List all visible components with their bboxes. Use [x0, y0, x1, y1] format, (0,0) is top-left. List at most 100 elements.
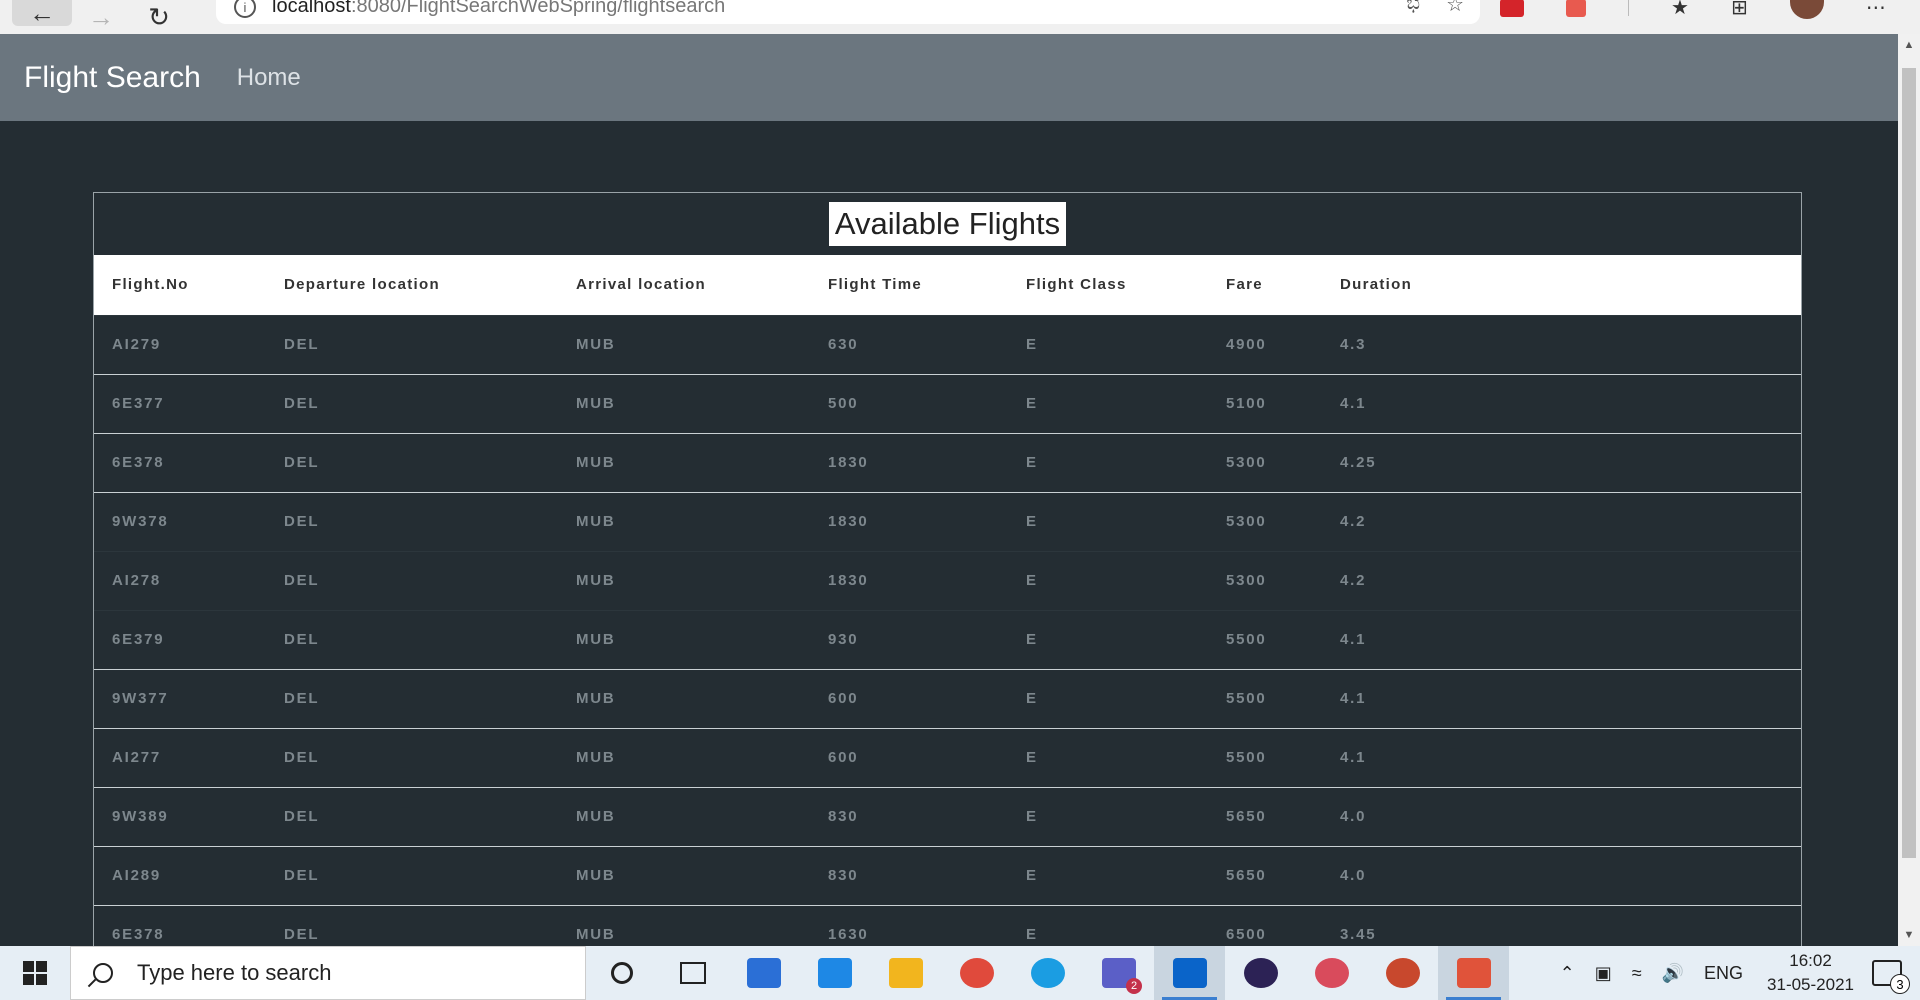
nav-link-home[interactable]: Home: [237, 64, 301, 92]
cortana-button[interactable]: [586, 946, 657, 1000]
cell-flight-no: 6E377: [112, 395, 165, 412]
back-arrow-icon[interactable]: ←: [12, 0, 72, 28]
scroll-down-icon[interactable]: ▼: [1898, 924, 1920, 946]
cell-flight-class: E: [1026, 395, 1038, 412]
cell-duration: 4.1: [1340, 690, 1367, 707]
url-host: localhost: [272, 0, 351, 17]
cell-fare: 5300: [1226, 454, 1267, 471]
task-view-button[interactable]: [657, 946, 728, 1000]
start-button[interactable]: [0, 946, 70, 1000]
page-scrollbar[interactable]: ▲ ▼: [1898, 34, 1920, 946]
edge-button[interactable]: [1012, 946, 1083, 1000]
table-header-row: Flight.No Departure location Arrival loc…: [94, 255, 1801, 315]
table-row: 6E378 DEL MUB 1630 E 6500 3.45: [94, 905, 1801, 946]
collections-icon[interactable]: ⊞: [1731, 0, 1748, 20]
cell-arrival: MUB: [576, 572, 616, 589]
cell-arrival: MUB: [576, 395, 616, 412]
mail-button[interactable]: [799, 946, 870, 1000]
snip-sketch-button[interactable]: [1438, 946, 1509, 1000]
chrome-button[interactable]: [941, 946, 1012, 1000]
cell-flight-no: 9W378: [112, 513, 169, 530]
header-fare: Fare: [1226, 276, 1263, 294]
read-aloud-icon[interactable]: ಭ: [1406, 0, 1420, 17]
table-row: AI289 DEL MUB 830 E 5650 4.0: [94, 846, 1801, 905]
cell-flight-time: 500: [828, 395, 859, 412]
task-view-icon: [679, 962, 706, 984]
cell-duration: 4.1: [1340, 749, 1367, 766]
more-menu-icon[interactable]: ⋯: [1866, 0, 1886, 20]
store-button[interactable]: [728, 946, 799, 1000]
snipping-icon: [1314, 958, 1349, 988]
notification-center-icon[interactable]: 3: [1872, 960, 1910, 994]
cell-departure: DEL: [284, 572, 320, 589]
cell-arrival: MUB: [576, 749, 616, 766]
cell-departure: DEL: [284, 808, 320, 825]
url-path: :8080/FlightSearchWebSpring/flightsearch: [350, 0, 726, 17]
cell-flight-class: E: [1026, 867, 1038, 884]
cell-duration: 4.1: [1340, 631, 1367, 648]
cell-fare: 5500: [1226, 749, 1267, 766]
language-indicator[interactable]: ENG: [1704, 963, 1743, 984]
table-row: 6E378 DEL MUB 1830 E 5300 4.25: [94, 433, 1801, 492]
address-bar[interactable]: i localhost :8080/FlightSearchWebSpring/…: [216, 0, 1480, 24]
cell-arrival: MUB: [576, 336, 616, 353]
outlook-button[interactable]: [1154, 946, 1225, 1000]
cell-flight-time: 830: [828, 808, 859, 825]
add-favorite-icon[interactable]: ☆: [1446, 0, 1464, 17]
show-hidden-icons-icon[interactable]: ⌃: [1560, 963, 1575, 984]
forward-arrow-icon[interactable]: →: [72, 0, 130, 34]
header-duration: Duration: [1340, 276, 1413, 294]
cell-flight-time: 1830: [828, 454, 869, 471]
clock[interactable]: 16:02 31-05-2021: [1767, 949, 1854, 997]
cell-departure: DEL: [284, 749, 320, 766]
cell-arrival: MUB: [576, 454, 616, 471]
file-explorer-button[interactable]: [870, 946, 941, 1000]
cell-flight-class: E: [1026, 631, 1038, 648]
cell-fare: 5500: [1226, 631, 1267, 648]
table-row: 6E377 DEL MUB 500 E 5100 4.1: [94, 374, 1801, 433]
notification-count: 3: [1890, 974, 1910, 994]
file-explorer-icon: [888, 958, 923, 988]
store-icon: [746, 958, 781, 988]
snipping-button[interactable]: [1296, 946, 1367, 1000]
cell-flight-class: E: [1026, 749, 1038, 766]
pdf-extension-icon[interactable]: [1566, 0, 1586, 17]
table-row: AI277 DEL MUB 600 E 5500 4.1: [94, 728, 1801, 787]
taskbar-search-box[interactable]: Type here to search: [70, 946, 586, 1000]
cell-flight-class: E: [1026, 336, 1038, 353]
battery-icon[interactable]: ▣: [1595, 963, 1612, 984]
cell-duration: 4.0: [1340, 867, 1367, 884]
caption-row: Available Flights: [94, 193, 1801, 255]
powerpoint-button[interactable]: [1367, 946, 1438, 1000]
volume-icon[interactable]: 🔊: [1662, 963, 1684, 984]
teams-button[interactable]: 2: [1083, 946, 1154, 1000]
cell-departure: DEL: [284, 867, 320, 884]
page-viewport: Flight Search Home Available Flights Fli…: [0, 34, 1898, 946]
scroll-thumb[interactable]: [1902, 68, 1916, 858]
cell-fare: 5100: [1226, 395, 1267, 412]
favorites-icon[interactable]: ★: [1671, 0, 1689, 20]
header-flight-class: Flight Class: [1026, 276, 1127, 294]
cell-duration: 4.25: [1340, 454, 1377, 471]
cell-flight-class: E: [1026, 454, 1038, 471]
table-row: 9W377 DEL MUB 600 E 5500 4.1: [94, 669, 1801, 728]
acrobat-extension-icon[interactable]: [1500, 0, 1524, 17]
cell-departure: DEL: [284, 336, 320, 353]
refresh-icon[interactable]: ↻: [130, 0, 188, 34]
clock-time: 16:02: [1789, 951, 1832, 970]
navbar-brand[interactable]: Flight Search: [24, 61, 201, 95]
table-body: AI279 DEL MUB 630 E 4900 4.3 6E377 DEL MUB 500 E 510…: [94, 315, 1801, 946]
wifi-icon[interactable]: ≈: [1632, 963, 1642, 984]
cell-fare: 5300: [1226, 572, 1267, 589]
site-info-icon[interactable]: i: [234, 0, 256, 18]
cell-arrival: MUB: [576, 690, 616, 707]
cell-flight-no: AI278: [112, 572, 162, 589]
cell-flight-class: E: [1026, 572, 1038, 589]
table-row: 6E379 DEL MUB 930 E 5500 4.1: [94, 610, 1801, 669]
eclipse-button[interactable]: [1225, 946, 1296, 1000]
scroll-up-icon[interactable]: ▲: [1898, 34, 1920, 56]
cell-flight-no: 9W377: [112, 690, 169, 707]
profile-avatar[interactable]: [1789, 0, 1824, 19]
cell-duration: 3.45: [1340, 926, 1377, 944]
cell-duration: 4.3: [1340, 336, 1367, 353]
